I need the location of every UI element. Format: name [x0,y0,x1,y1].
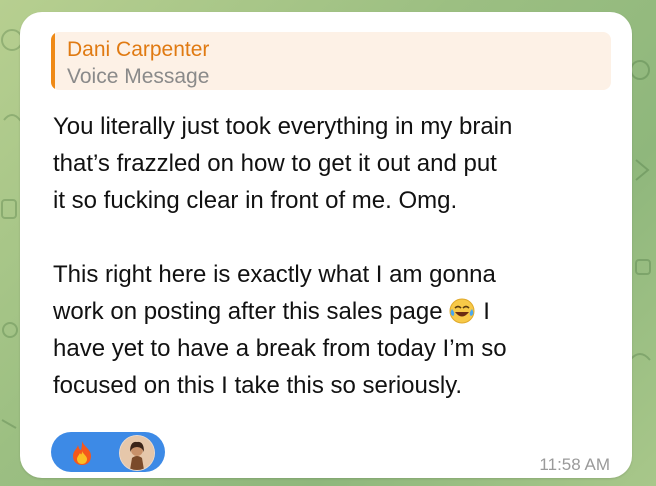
reply-quote[interactable]: Dani Carpenter Voice Message [51,32,611,90]
message-text: You literally just took everything in my… [53,108,623,404]
message-line: You literally just took everything in my… [53,113,513,140]
reply-sender-name: Dani Carpenter [67,38,210,61]
message-line: work on posting after this sales page I [53,293,623,330]
reply-accent-bar [51,32,55,90]
message-line-segment: I [476,298,490,325]
message-bubble[interactable]: Dani Carpenter Voice Message You literal… [20,12,632,478]
tears-of-joy-emoji-icon [449,298,475,324]
message-line: that’s frazzled on how to get it out and… [53,150,497,177]
fire-emoji-icon [73,441,91,465]
message-timestamp: 11:58 AM [539,455,610,474]
reply-message-type: Voice Message [67,65,210,88]
message-line: have yet to have a break from today I’m … [53,335,507,362]
message-line: it so fucking clear in front of me. Omg. [53,187,458,214]
user-avatar-icon [120,436,154,470]
reaction-avatar[interactable] [119,435,155,471]
message-line: focused on this I take this so seriously… [53,372,463,399]
message-line-segment: work on posting after this sales page [53,298,443,325]
message-line: This right here is exactly what I am gon… [53,261,496,288]
reaction-pill[interactable] [51,432,165,472]
